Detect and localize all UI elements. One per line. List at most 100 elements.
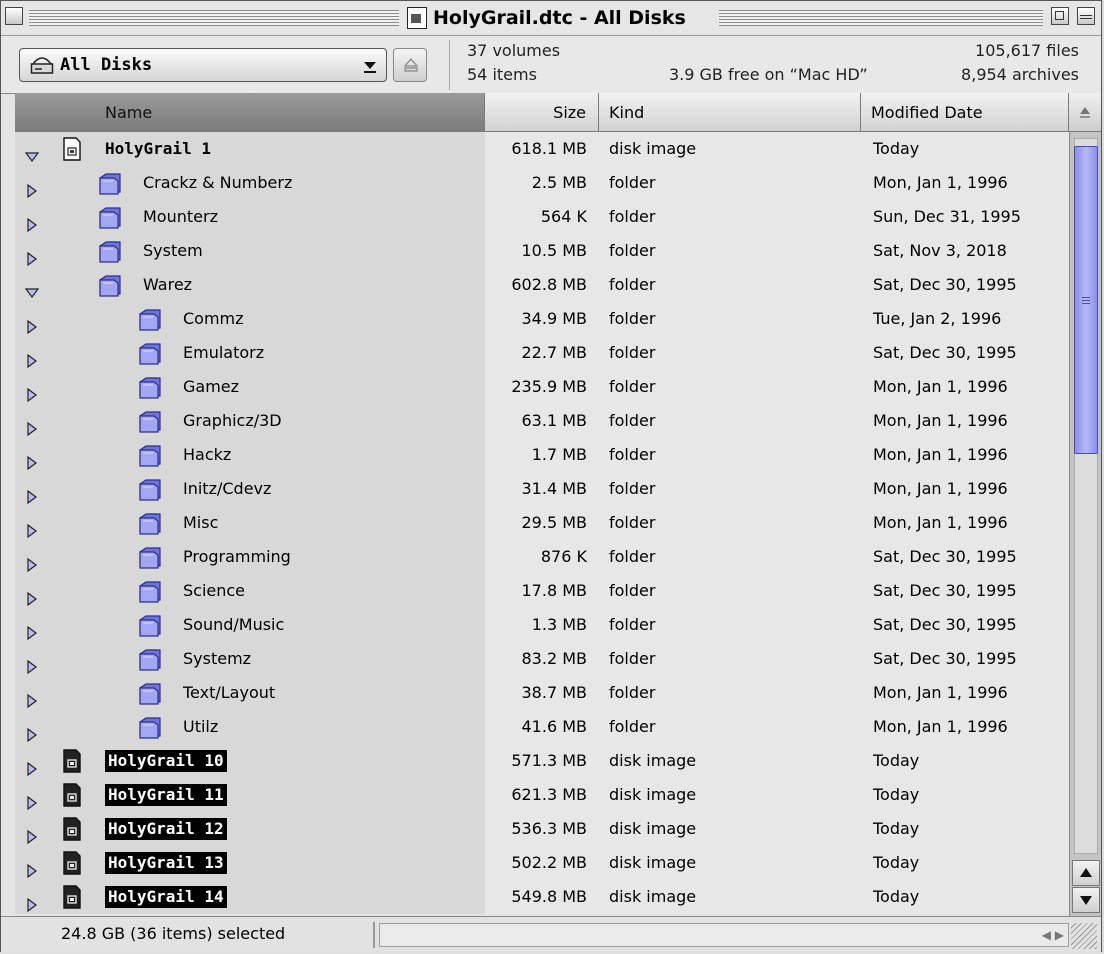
horizontal-scroll-arrows-icon[interactable]: ◀ ▶ (1042, 928, 1064, 942)
name-cell[interactable]: HolyGrail 1 (15, 132, 485, 166)
name-cell[interactable]: Utilz (15, 710, 485, 744)
name-cell[interactable]: HolyGrail 11 (15, 778, 485, 812)
column-header-size[interactable]: Size (485, 93, 599, 132)
disclosure-collapsed-icon[interactable] (25, 176, 39, 199)
disclosure-collapsed-icon[interactable] (25, 550, 39, 573)
disk-popup-menu[interactable]: All Disks (19, 48, 387, 82)
name-cell[interactable]: HolyGrail 13 (15, 846, 485, 880)
column-label-name: Name (105, 102, 153, 122)
scroll-thumb[interactable] (1074, 146, 1098, 454)
list-item[interactable]: Sound/Music 1.3 MB folder Sat, Dec 30, 1995 (15, 608, 1069, 642)
item-size: 876 K (540, 547, 587, 566)
list-item[interactable]: Programming 876 K folder Sat, Dec 30, 1995 (15, 540, 1069, 574)
disclosure-expanded-icon[interactable] (24, 278, 40, 298)
folder-icon (137, 374, 163, 400)
disclosure-collapsed-icon[interactable] (25, 448, 39, 471)
item-kind: disk image (609, 751, 697, 770)
zoom-box[interactable] (1051, 7, 1069, 25)
name-cell[interactable]: Hackz (15, 438, 485, 472)
list-item[interactable]: HolyGrail 14 549.8 MB disk image Today (15, 880, 1069, 914)
disclosure-collapsed-icon[interactable] (25, 652, 39, 675)
list-item[interactable]: Warez 602.8 MB folder Sat, Dec 30, 1995 (15, 268, 1069, 302)
horizontal-scrollbar[interactable]: ◀ ▶ (379, 923, 1069, 947)
list-item[interactable]: HolyGrail 13 502.2 MB disk image Today (15, 846, 1069, 880)
disclosure-collapsed-icon[interactable] (25, 244, 39, 267)
list-item[interactable]: Hackz 1.7 MB folder Mon, Jan 1, 1996 (15, 438, 1069, 472)
item-date: Mon, Jan 1, 1996 (873, 173, 1008, 192)
disclosure-collapsed-icon[interactable] (25, 618, 39, 641)
list-item[interactable]: Text/Layout 38.7 MB folder Mon, Jan 1, 1996 (15, 676, 1069, 710)
sort-direction-button[interactable] (1069, 93, 1101, 132)
name-cell[interactable]: Sound/Music (15, 608, 485, 642)
disclosure-collapsed-icon[interactable] (25, 822, 39, 845)
list-item[interactable]: Misc 29.5 MB folder Mon, Jan 1, 1996 (15, 506, 1069, 540)
vertical-scrollbar[interactable] (1069, 132, 1101, 916)
list-item[interactable]: HolyGrail 11 621.3 MB disk image Today (15, 778, 1069, 812)
collapse-box[interactable] (1077, 7, 1095, 25)
name-cell[interactable]: Emulatorz (15, 336, 485, 370)
column-header-name[interactable]: Name (15, 93, 485, 132)
list-item[interactable]: Utilz 41.6 MB folder Mon, Jan 1, 1996 (15, 710, 1069, 744)
name-cell[interactable]: HolyGrail 12 (15, 812, 485, 846)
list-item[interactable]: Emulatorz 22.7 MB folder Sat, Dec 30, 1995 (15, 336, 1069, 370)
disclosure-collapsed-icon[interactable] (25, 414, 39, 437)
name-cell[interactable]: Programming (15, 540, 485, 574)
size-cell: 1.7 MB (485, 438, 599, 472)
name-cell[interactable]: Crackz & Numberz (15, 166, 485, 200)
list-item[interactable]: HolyGrail 1 618.1 MB disk image Today (15, 132, 1069, 166)
close-box[interactable] (5, 7, 23, 25)
folder-icon (97, 170, 123, 196)
list-item[interactable]: Graphicz/3D 63.1 MB folder Mon, Jan 1, 1996 (15, 404, 1069, 438)
disclosure-collapsed-icon[interactable] (25, 686, 39, 709)
list-item[interactable]: HolyGrail 12 536.3 MB disk image Today (15, 812, 1069, 846)
disclosure-collapsed-icon[interactable] (25, 754, 39, 777)
name-cell[interactable]: Text/Layout (15, 676, 485, 710)
disclosure-collapsed-icon[interactable] (25, 346, 39, 369)
list-item[interactable]: Systemz 83.2 MB folder Sat, Dec 30, 1995 (15, 642, 1069, 676)
name-cell[interactable]: Graphicz/3D (15, 404, 485, 438)
list-item[interactable]: Crackz & Numberz 2.5 MB folder Mon, Jan 1, … (15, 166, 1069, 200)
scroll-up-button[interactable] (1072, 860, 1100, 886)
disclosure-collapsed-icon[interactable] (25, 890, 39, 913)
header-divider (449, 40, 450, 90)
list-item[interactable]: Initz/Cdevz 31.4 MB folder Mon, Jan 1, 1996 (15, 472, 1069, 506)
name-cell[interactable]: HolyGrail 14 (15, 880, 485, 914)
title-bar[interactable]: HolyGrail.dtc - All Disks (1, 1, 1101, 36)
item-size: 29.5 MB (521, 513, 588, 532)
disclosure-collapsed-icon[interactable] (25, 210, 39, 233)
column-header-kind[interactable]: Kind (599, 93, 861, 132)
name-cell[interactable]: Warez (15, 268, 485, 302)
scroll-down-button[interactable] (1072, 887, 1100, 913)
name-cell[interactable]: Gamez (15, 370, 485, 404)
list-item[interactable]: Commz 34.9 MB folder Tue, Jan 2, 1996 (15, 302, 1069, 336)
list-item[interactable]: Mounterz 564 K folder Sun, Dec 31, 1995 (15, 200, 1069, 234)
name-cell[interactable]: Misc (15, 506, 485, 540)
name-cell[interactable]: System (15, 234, 485, 268)
name-cell[interactable]: HolyGrail 10 (15, 744, 485, 778)
column-header-date[interactable]: Modified Date (861, 93, 1069, 132)
eject-button[interactable] (393, 48, 427, 82)
disclosure-collapsed-icon[interactable] (25, 482, 39, 505)
item-size: 34.9 MB (521, 309, 588, 328)
list-item[interactable]: Science 17.8 MB folder Sat, Dec 30, 1995 (15, 574, 1069, 608)
list-item[interactable]: System 10.5 MB folder Sat, Nov 3, 2018 (15, 234, 1069, 268)
name-cell[interactable]: Mounterz (15, 200, 485, 234)
disclosure-collapsed-icon[interactable] (25, 312, 39, 335)
disclosure-collapsed-icon[interactable] (25, 788, 39, 811)
disclosure-expanded-icon[interactable] (24, 142, 40, 162)
list-item[interactable]: HolyGrail 10 571.3 MB disk image Today (15, 744, 1069, 778)
files-count: 105,617 files (975, 41, 1079, 60)
disclosure-collapsed-icon[interactable] (25, 856, 39, 879)
disclosure-collapsed-icon[interactable] (25, 380, 39, 403)
name-cell[interactable]: Initz/Cdevz (15, 472, 485, 506)
name-cell[interactable]: Systemz (15, 642, 485, 676)
item-kind: folder (609, 377, 656, 396)
disclosure-collapsed-icon[interactable] (25, 516, 39, 539)
folder-icon (97, 204, 123, 230)
name-cell[interactable]: Science (15, 574, 485, 608)
resize-grip[interactable] (1071, 923, 1097, 949)
disclosure-collapsed-icon[interactable] (25, 584, 39, 607)
name-cell[interactable]: Commz (15, 302, 485, 336)
disclosure-collapsed-icon[interactable] (25, 720, 39, 743)
list-item[interactable]: Gamez 235.9 MB folder Mon, Jan 1, 1996 (15, 370, 1069, 404)
